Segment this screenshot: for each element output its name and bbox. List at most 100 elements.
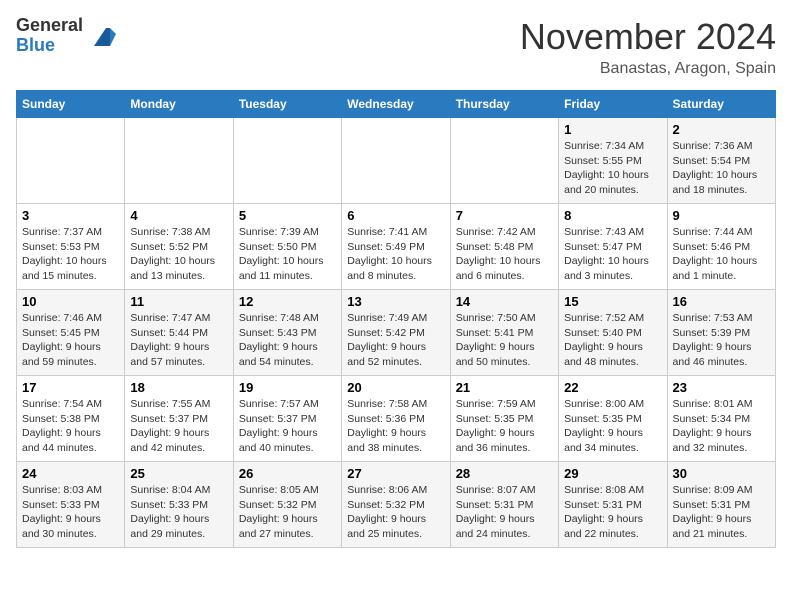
calendar-cell: 5 Sunrise: 7:39 AMSunset: 5:50 PMDaylight… xyxy=(233,204,341,290)
calendar-cell: 24Sunrise: 8:03 AMSunset: 5:33 PMDayligh… xyxy=(17,462,125,548)
logo-icon xyxy=(86,20,118,52)
day-number: 30 xyxy=(673,466,770,481)
calendar-cell: 19 Sunrise: 7:57 AMSunset: 5:37 PMDayligh… xyxy=(233,376,341,462)
day-number: 10 xyxy=(22,294,119,309)
day-info: Sunrise: 8:08 AMSunset: 5:31 PMDaylight:… xyxy=(564,483,661,542)
day-info: Sunrise: 7:53 AMSunset: 5:39 PMDaylight:… xyxy=(673,311,770,370)
day-info: Sunrise: 7:42 AMSunset: 5:48 PMDaylight:… xyxy=(456,225,553,284)
calendar-cell: 14Sunrise: 7:50 AMSunset: 5:41 PMDayligh… xyxy=(450,290,558,376)
calendar-cell: 1 Sunrise: 7:34 AMSunset: 5:55 PMDaylight… xyxy=(559,118,667,204)
day-number: 8 xyxy=(564,208,661,223)
calendar-cell: 4 Sunrise: 7:38 AMSunset: 5:52 PMDaylight… xyxy=(125,204,233,290)
calendar-cell: 9 Sunrise: 7:44 AMSunset: 5:46 PMDaylight… xyxy=(667,204,775,290)
calendar-cell: 26 Sunrise: 8:05 AMSunset: 5:32 PMDayligh… xyxy=(233,462,341,548)
calendar-cell xyxy=(450,118,558,204)
weekday-header-tuesday: Tuesday xyxy=(233,91,341,118)
day-number: 25 xyxy=(130,466,227,481)
day-info: Sunrise: 7:34 AMSunset: 5:55 PMDaylight:… xyxy=(564,139,661,198)
calendar-cell: 3 Sunrise: 7:37 AMSunset: 5:53 PMDaylight… xyxy=(17,204,125,290)
calendar-cell: 28 Sunrise: 8:07 AMSunset: 5:31 PMDayligh… xyxy=(450,462,558,548)
calendar-cell: 25 Sunrise: 8:04 AMSunset: 5:33 PMDayligh… xyxy=(125,462,233,548)
page-header: General Blue November 2024 Banastas, Ara… xyxy=(16,16,776,78)
day-number: 16 xyxy=(673,294,770,309)
day-number: 24 xyxy=(22,466,119,481)
day-number: 7 xyxy=(456,208,553,223)
day-info: Sunrise: 7:36 AMSunset: 5:54 PMDaylight:… xyxy=(673,139,770,198)
calendar-cell: 23Sunrise: 8:01 AMSunset: 5:34 PMDayligh… xyxy=(667,376,775,462)
title-block: November 2024 Banastas, Aragon, Spain xyxy=(520,16,776,78)
calendar-cell xyxy=(233,118,341,204)
day-info: Sunrise: 7:41 AMSunset: 5:49 PMDaylight:… xyxy=(347,225,444,284)
day-info: Sunrise: 7:43 AMSunset: 5:47 PMDaylight:… xyxy=(564,225,661,284)
calendar-cell: 2 Sunrise: 7:36 AMSunset: 5:54 PMDaylight… xyxy=(667,118,775,204)
calendar-cell: 16 Sunrise: 7:53 AMSunset: 5:39 PMDayligh… xyxy=(667,290,775,376)
day-number: 23 xyxy=(673,380,770,395)
calendar-cell: 6 Sunrise: 7:41 AMSunset: 5:49 PMDaylight… xyxy=(342,204,450,290)
day-number: 18 xyxy=(130,380,227,395)
day-info: Sunrise: 8:09 AMSunset: 5:31 PMDaylight:… xyxy=(673,483,770,542)
calendar-header-row: SundayMondayTuesdayWednesdayThursdayFrid… xyxy=(17,91,776,118)
day-info: Sunrise: 8:06 AMSunset: 5:32 PMDaylight:… xyxy=(347,483,444,542)
calendar-cell xyxy=(342,118,450,204)
weekday-header-wednesday: Wednesday xyxy=(342,91,450,118)
day-number: 27 xyxy=(347,466,444,481)
calendar-week-row: 1 Sunrise: 7:34 AMSunset: 5:55 PMDaylight… xyxy=(17,118,776,204)
calendar-cell: 29 Sunrise: 8:08 AMSunset: 5:31 PMDayligh… xyxy=(559,462,667,548)
calendar-cell: 21 Sunrise: 7:59 AMSunset: 5:35 PMDayligh… xyxy=(450,376,558,462)
month-title: November 2024 xyxy=(520,16,776,58)
day-number: 5 xyxy=(239,208,336,223)
day-info: Sunrise: 7:57 AMSunset: 5:37 PMDaylight:… xyxy=(239,397,336,456)
weekday-header-thursday: Thursday xyxy=(450,91,558,118)
day-info: Sunrise: 7:55 AMSunset: 5:37 PMDaylight:… xyxy=(130,397,227,456)
day-info: Sunrise: 7:37 AMSunset: 5:53 PMDaylight:… xyxy=(22,225,119,284)
weekday-header-friday: Friday xyxy=(559,91,667,118)
day-number: 22 xyxy=(564,380,661,395)
calendar-table: SundayMondayTuesdayWednesdayThursdayFrid… xyxy=(16,90,776,548)
logo-general: General xyxy=(16,16,83,36)
day-number: 6 xyxy=(347,208,444,223)
weekday-header-saturday: Saturday xyxy=(667,91,775,118)
weekday-header-monday: Monday xyxy=(125,91,233,118)
calendar-cell: 27 Sunrise: 8:06 AMSunset: 5:32 PMDayligh… xyxy=(342,462,450,548)
calendar-cell: 15Sunrise: 7:52 AMSunset: 5:40 PMDayligh… xyxy=(559,290,667,376)
day-number: 21 xyxy=(456,380,553,395)
day-info: Sunrise: 7:47 AMSunset: 5:44 PMDaylight:… xyxy=(130,311,227,370)
day-info: Sunrise: 8:05 AMSunset: 5:32 PMDaylight:… xyxy=(239,483,336,542)
day-info: Sunrise: 8:04 AMSunset: 5:33 PMDaylight:… xyxy=(130,483,227,542)
calendar-cell: 17Sunrise: 7:54 AMSunset: 5:38 PMDayligh… xyxy=(17,376,125,462)
calendar-body: 1 Sunrise: 7:34 AMSunset: 5:55 PMDaylight… xyxy=(17,118,776,548)
day-number: 17 xyxy=(22,380,119,395)
day-number: 4 xyxy=(130,208,227,223)
day-info: Sunrise: 7:52 AMSunset: 5:40 PMDaylight:… xyxy=(564,311,661,370)
day-number: 19 xyxy=(239,380,336,395)
day-number: 11 xyxy=(130,294,227,309)
calendar-week-row: 10Sunrise: 7:46 AMSunset: 5:45 PMDayligh… xyxy=(17,290,776,376)
day-number: 3 xyxy=(22,208,119,223)
day-info: Sunrise: 7:59 AMSunset: 5:35 PMDaylight:… xyxy=(456,397,553,456)
day-info: Sunrise: 7:38 AMSunset: 5:52 PMDaylight:… xyxy=(130,225,227,284)
day-number: 2 xyxy=(673,122,770,137)
day-number: 28 xyxy=(456,466,553,481)
day-number: 14 xyxy=(456,294,553,309)
logo-blue: Blue xyxy=(16,36,83,56)
calendar-cell: 30 Sunrise: 8:09 AMSunset: 5:31 PMDayligh… xyxy=(667,462,775,548)
day-number: 9 xyxy=(673,208,770,223)
day-info: Sunrise: 7:44 AMSunset: 5:46 PMDaylight:… xyxy=(673,225,770,284)
day-number: 26 xyxy=(239,466,336,481)
calendar-cell: 20Sunrise: 7:58 AMSunset: 5:36 PMDayligh… xyxy=(342,376,450,462)
day-number: 12 xyxy=(239,294,336,309)
calendar-week-row: 3 Sunrise: 7:37 AMSunset: 5:53 PMDaylight… xyxy=(17,204,776,290)
calendar-cell: 7 Sunrise: 7:42 AMSunset: 5:48 PMDaylight… xyxy=(450,204,558,290)
location: Banastas, Aragon, Spain xyxy=(520,60,776,78)
calendar-week-row: 24Sunrise: 8:03 AMSunset: 5:33 PMDayligh… xyxy=(17,462,776,548)
day-info: Sunrise: 7:58 AMSunset: 5:36 PMDaylight:… xyxy=(347,397,444,456)
day-info: Sunrise: 7:39 AMSunset: 5:50 PMDaylight:… xyxy=(239,225,336,284)
weekday-header-sunday: Sunday xyxy=(17,91,125,118)
day-number: 29 xyxy=(564,466,661,481)
day-info: Sunrise: 8:07 AMSunset: 5:31 PMDaylight:… xyxy=(456,483,553,542)
logo: General Blue xyxy=(16,16,118,56)
day-info: Sunrise: 7:49 AMSunset: 5:42 PMDaylight:… xyxy=(347,311,444,370)
calendar-cell xyxy=(17,118,125,204)
calendar-cell: 8 Sunrise: 7:43 AMSunset: 5:47 PMDaylight… xyxy=(559,204,667,290)
day-number: 1 xyxy=(564,122,661,137)
